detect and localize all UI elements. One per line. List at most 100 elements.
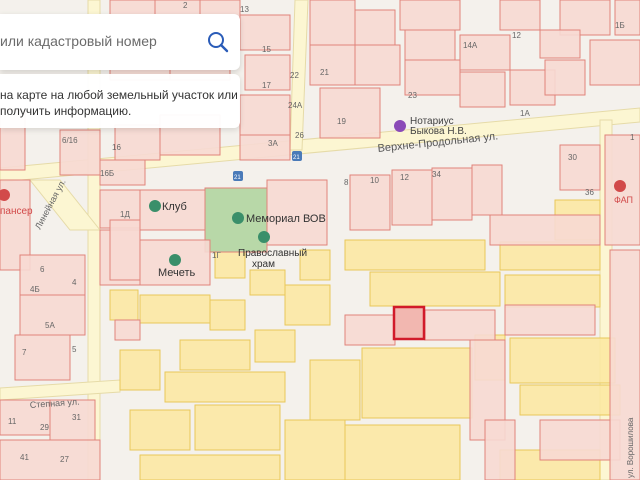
parcel — [319, 87, 381, 139]
house-number: 1Д — [120, 210, 130, 219]
search-icon[interactable] — [206, 30, 230, 54]
parcel — [484, 419, 516, 480]
yellow-parcel — [361, 347, 473, 419]
yellow-parcel — [344, 239, 486, 271]
parcel — [14, 334, 71, 381]
yellow-parcel — [344, 424, 461, 480]
search-box[interactable]: или кадастровый номер — [0, 14, 240, 70]
memorial-icon[interactable] — [232, 212, 244, 224]
yellow-parcel — [284, 284, 331, 326]
yellow-parcel — [209, 299, 246, 331]
house-number: 1 — [630, 133, 635, 142]
house-number: 26 — [295, 131, 304, 140]
parcel — [404, 59, 461, 96]
parcel — [239, 94, 291, 136]
parcel — [499, 0, 541, 31]
parcel — [489, 214, 601, 246]
yellow-parcel — [369, 271, 501, 307]
yellow-parcel — [509, 337, 616, 384]
parcel — [354, 44, 401, 86]
yellow-parcel — [504, 274, 601, 308]
house-number: 3А — [268, 139, 278, 148]
poi-label-memorial: Мемориал ВОВ — [246, 213, 326, 225]
house-number: 13 — [240, 5, 249, 14]
house-number: 2 — [183, 1, 188, 10]
house-number: 14А — [463, 41, 478, 50]
house-number: 36 — [585, 188, 594, 197]
house-number: 1Г — [212, 251, 221, 260]
house-number: 10 — [370, 176, 379, 185]
yellow-parcel — [109, 289, 139, 321]
house-number: 24А — [288, 101, 303, 110]
house-number: 34 — [432, 170, 441, 179]
search-input[interactable]: или кадастровый номер — [0, 33, 157, 49]
fap-icon[interactable] — [614, 180, 626, 192]
house-number: 6 — [40, 265, 45, 274]
yellow-parcel — [519, 384, 621, 416]
parcel — [239, 134, 291, 161]
house-number: 7 — [22, 348, 27, 357]
yellow-parcel — [164, 371, 286, 403]
parcel — [109, 219, 141, 281]
house-number: 5А — [45, 321, 55, 330]
house-number: 5 — [72, 345, 77, 354]
parcel — [559, 144, 601, 191]
parcel — [539, 29, 581, 59]
bus-stop-number: 21 — [293, 155, 300, 161]
notary-icon[interactable] — [394, 120, 406, 132]
parcel — [114, 124, 161, 161]
house-number: 22 — [290, 71, 299, 80]
house-number: 17 — [262, 81, 271, 90]
poi-label-church-2: храм — [252, 259, 275, 270]
parcel — [0, 439, 101, 480]
yellow-parcel — [139, 294, 211, 324]
yellow-parcel — [129, 409, 191, 451]
hint-line-1: на карте на любой земельный участок или — [0, 88, 238, 102]
yellow-parcel — [194, 404, 281, 451]
poi-label-notary-2: Быкова Н.В. — [410, 126, 467, 137]
house-number: 23 — [408, 91, 417, 100]
church-icon[interactable] — [258, 231, 270, 243]
parcel — [471, 164, 503, 216]
parcel — [424, 309, 496, 341]
poi-label-dispensary: пансер — [0, 206, 33, 217]
yellow-parcel — [284, 419, 346, 480]
yellow-parcel — [499, 241, 601, 271]
poi-label-mosque: Мечеть — [158, 267, 196, 279]
parcel — [544, 59, 586, 96]
club-icon[interactable] — [149, 200, 161, 212]
house-number: 16 — [112, 143, 121, 152]
selected-parcel[interactable] — [392, 305, 426, 341]
hint-panel: на карте на любой земельный участок или … — [0, 74, 240, 128]
house-number: 29 — [40, 423, 49, 432]
parcel — [404, 29, 456, 61]
house-number: 27 — [60, 455, 69, 464]
cadastral-map[interactable]: Верхне-Продольная ул. Линейная ул. Степн… — [0, 0, 640, 480]
parcel — [354, 9, 396, 46]
house-number: 16Б — [100, 169, 114, 178]
parcel — [459, 71, 506, 108]
hint-line-2: получить информацию. — [0, 104, 132, 118]
house-number: 31 — [72, 413, 81, 422]
parcel — [504, 304, 596, 336]
parcel — [539, 419, 621, 461]
house-number: 8 — [344, 178, 349, 187]
street-label-voroshilova: ул. Ворошилова — [626, 417, 635, 478]
house-number: 19 — [337, 117, 346, 126]
parcel — [309, 0, 356, 46]
poi-label-club: Клуб — [162, 201, 187, 213]
yellow-parcel — [254, 329, 296, 363]
house-number: 21 — [320, 68, 329, 77]
house-number: 11 — [8, 417, 17, 426]
house-number: 4 — [72, 278, 77, 287]
yellow-parcel — [179, 339, 251, 371]
parcel — [589, 39, 640, 86]
parcel — [114, 319, 141, 341]
bus-stop-number: 21 — [234, 175, 241, 181]
poi-label-church-1: Православный — [238, 248, 307, 259]
mosque-icon[interactable] — [169, 254, 181, 266]
house-number: 12 — [400, 173, 409, 182]
parcel — [344, 314, 396, 346]
house-number: 6/16 — [62, 136, 78, 145]
poi-label-fap: ФАП — [614, 195, 633, 205]
